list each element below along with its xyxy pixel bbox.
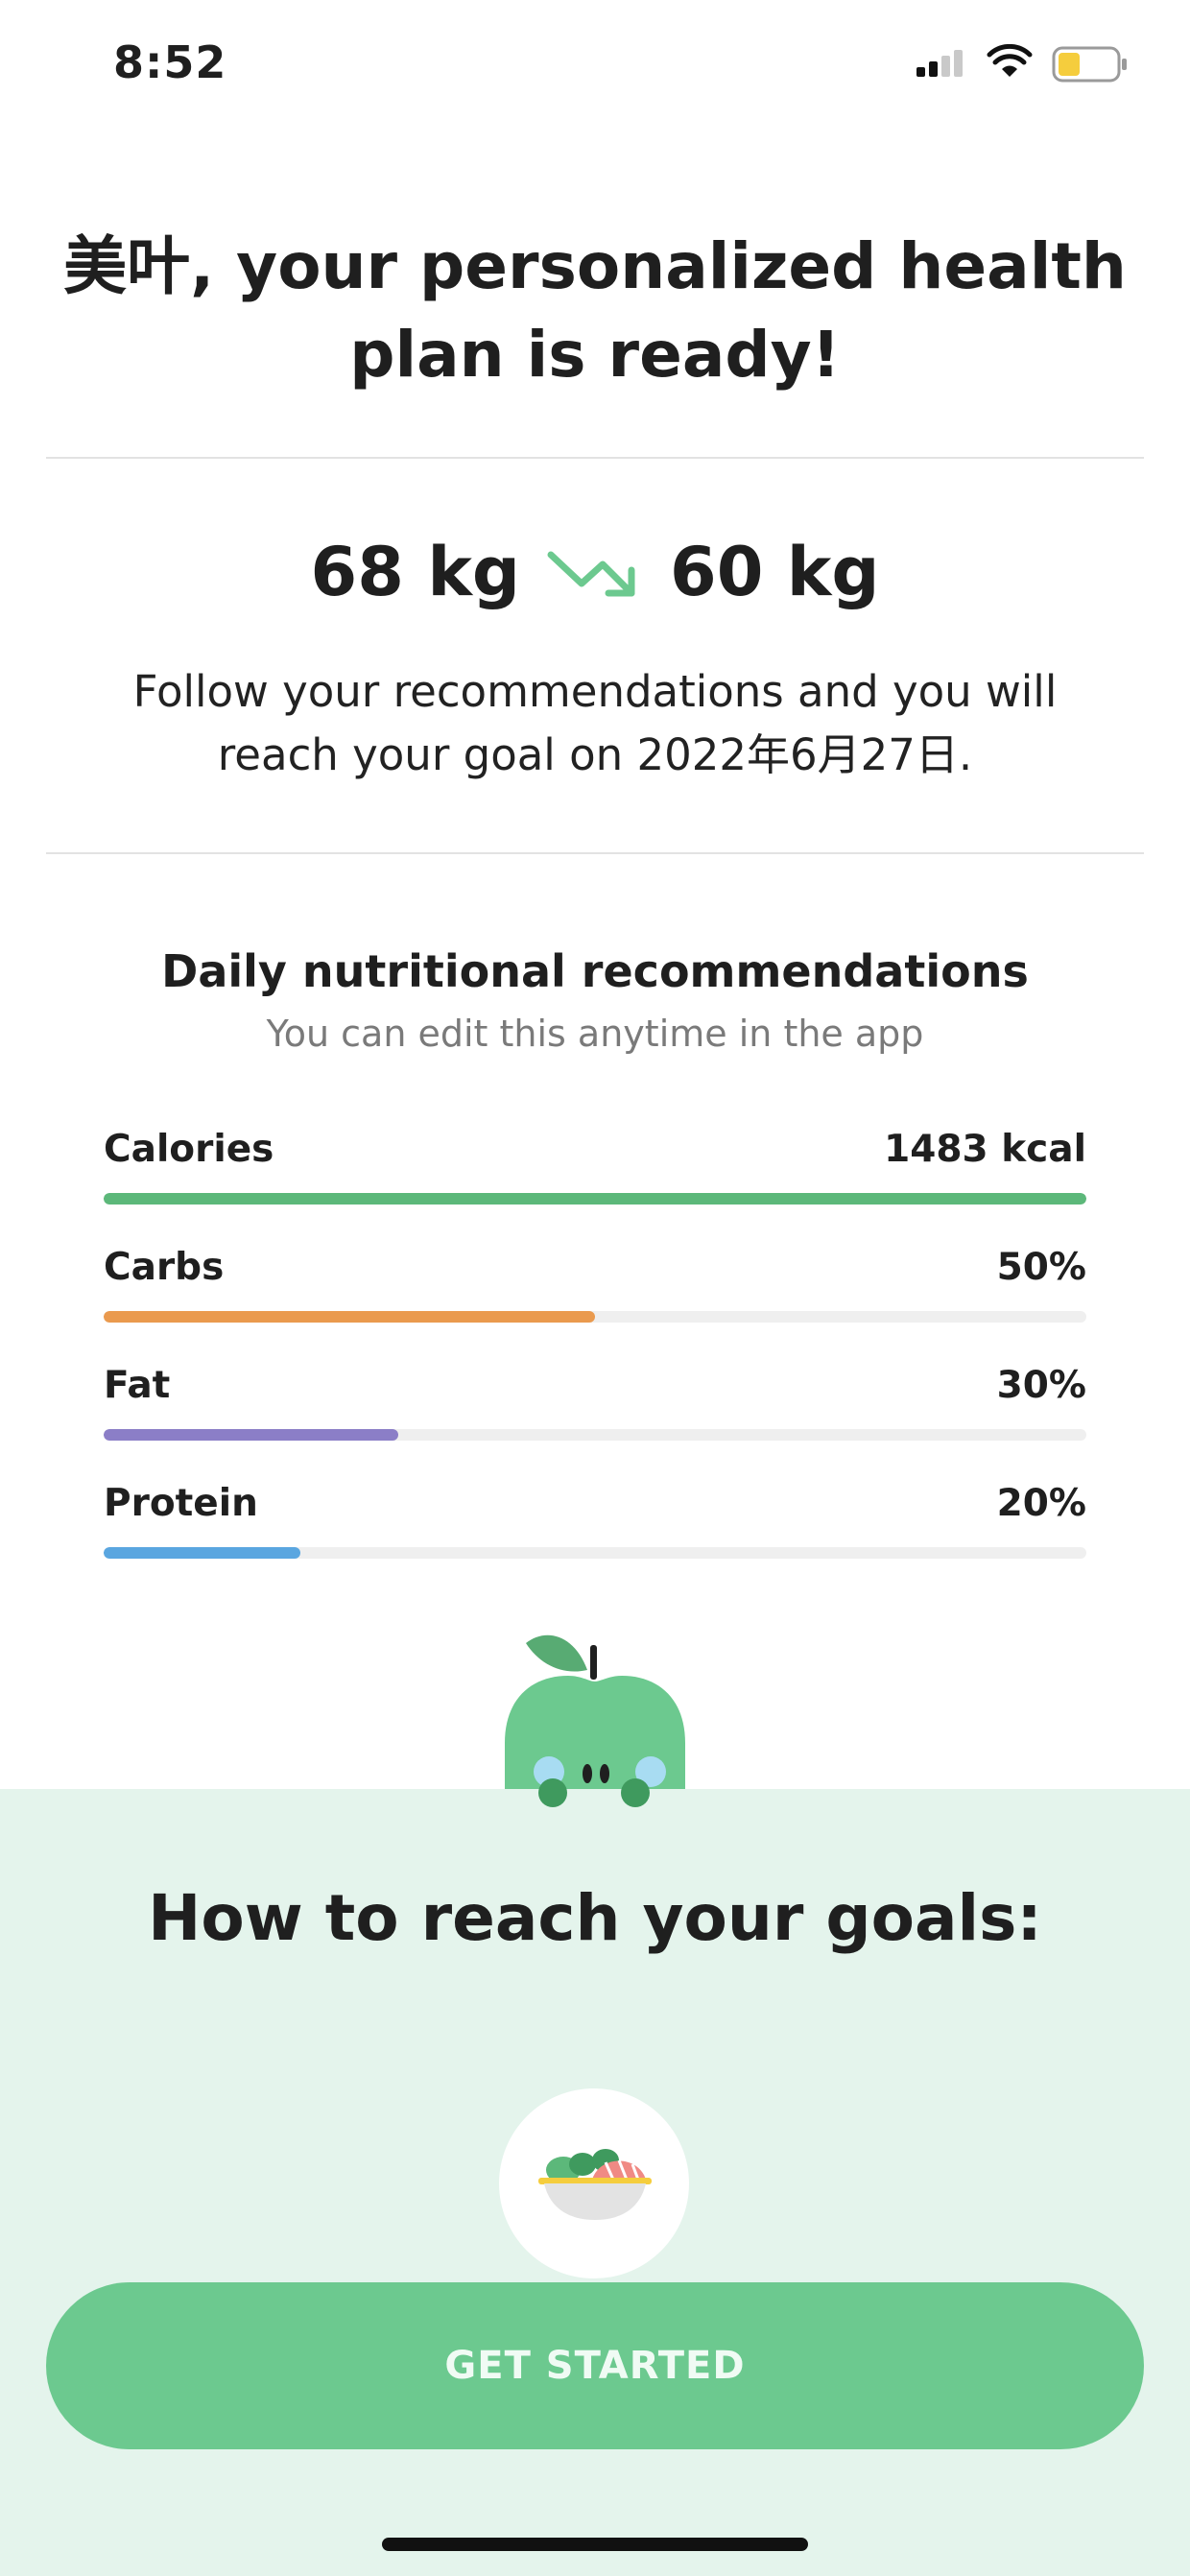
- nutrition-label: Calories: [104, 1128, 274, 1171]
- nutrition-row-carbs: Carbs 50%: [104, 1246, 1086, 1332]
- page-title: 美叶, your personalized health plan is rea…: [63, 229, 1127, 392]
- battery-icon: [1052, 46, 1127, 83]
- goal-date-message: Follow your recommendations and you will…: [132, 666, 1058, 780]
- nutrition-value: 50%: [996, 1246, 1086, 1289]
- salad-bowl-icon: [538, 2149, 652, 2220]
- trend-down-arrow-icon: [547, 543, 643, 601]
- divider: [46, 852, 1144, 854]
- home-indicator[interactable]: [382, 2538, 808, 2551]
- status-time: 8:52: [113, 36, 227, 88]
- wifi-icon: [987, 44, 1033, 77]
- calories-progress-fill: [104, 1193, 1086, 1205]
- nutrition-row-calories: Calories 1483 kcal: [104, 1128, 1086, 1214]
- target-weight: 60 kg: [670, 533, 880, 611]
- current-weight: 68 kg: [310, 533, 520, 611]
- apple-mascot-icon: [505, 1634, 685, 1807]
- get-started-button[interactable]: GET STARTED: [46, 2282, 1144, 2449]
- nutrition-subtitle: You can edit this anytime in the app: [266, 1013, 924, 1055]
- progress-track: [104, 1193, 1086, 1205]
- nutrition-row-protein: Protein 20%: [104, 1482, 1086, 1568]
- nutrition-value: 20%: [996, 1482, 1086, 1525]
- nutrition-value: 30%: [996, 1364, 1086, 1407]
- nutrition-label: Protein: [104, 1482, 258, 1525]
- nutrition-label: Carbs: [104, 1246, 225, 1289]
- nutrition-label: Fat: [104, 1364, 171, 1407]
- fat-progress-fill: [104, 1429, 399, 1441]
- nutrition-title: Daily nutritional recommendations: [161, 945, 1029, 997]
- carbs-progress-fill: [104, 1311, 595, 1323]
- protein-progress-fill: [104, 1547, 300, 1559]
- nutrition-value: 1483 kcal: [884, 1128, 1086, 1171]
- progress-track: [104, 1311, 1086, 1323]
- nutrition-row-fat: Fat 30%: [104, 1364, 1086, 1450]
- salad-bowl-badge: [499, 2088, 689, 2278]
- status-bar: 8:52: [0, 0, 1190, 125]
- cellular-signal-icon: [916, 50, 963, 77]
- goals-title: How to reach your goals:: [148, 1881, 1042, 1955]
- progress-track: [104, 1429, 1086, 1441]
- weight-goal-row: 68 kg 60 kg: [0, 526, 1190, 618]
- progress-track: [104, 1547, 1086, 1559]
- divider: [46, 457, 1144, 459]
